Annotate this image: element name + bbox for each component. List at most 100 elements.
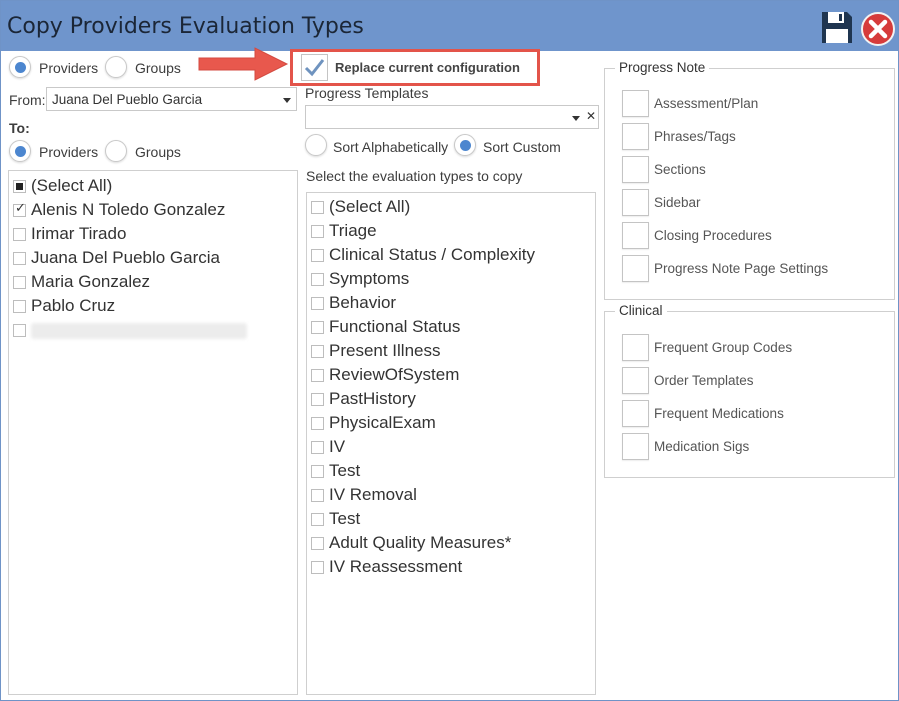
provider-checkbox[interactable] xyxy=(13,201,26,217)
option-label: Assessment/Plan xyxy=(654,96,759,111)
list-item-label: Test xyxy=(329,461,361,480)
eval-type-checkbox[interactable] xyxy=(311,321,324,334)
from-provider-select[interactable]: Juana Del Pueblo Garcia xyxy=(46,87,297,111)
option-checkbox[interactable] xyxy=(622,255,649,282)
progress-note-group: Progress Note Assessment/Plan Phrases/Ta… xyxy=(604,60,895,300)
option-checkbox[interactable] xyxy=(622,123,649,150)
title-bar: Copy Providers Evaluation Types xyxy=(1,1,898,51)
list-item-label: Adult Quality Measures* xyxy=(329,533,512,552)
eval-type-checkbox[interactable] xyxy=(311,249,324,262)
redacted-name xyxy=(31,323,247,339)
provider-checkbox[interactable] xyxy=(13,276,26,289)
eval-type-checkbox[interactable] xyxy=(311,561,324,574)
eval-type-checkbox[interactable] xyxy=(311,369,324,382)
target-providers-radio[interactable] xyxy=(9,140,31,162)
option-label: Sections xyxy=(654,162,706,177)
replace-config-checkbox[interactable] xyxy=(301,54,328,81)
save-icon[interactable] xyxy=(821,11,853,44)
option-label: Phrases/Tags xyxy=(654,129,736,144)
target-groups-label: Groups xyxy=(135,144,181,160)
checkmark-icon xyxy=(304,59,325,77)
list-item-label: Functional Status xyxy=(329,317,461,336)
window-title: Copy Providers Evaluation Types xyxy=(7,14,364,39)
source-groups-radio[interactable] xyxy=(105,56,127,78)
option-checkbox[interactable] xyxy=(622,433,649,460)
dialog-window: Copy Providers Evaluation Types Provider… xyxy=(0,0,899,701)
target-providers-list[interactable]: (Select All) Alenis N Toledo Gonzalez Ir… xyxy=(8,170,298,695)
list-item-label: ReviewOfSystem xyxy=(329,365,460,384)
eval-type-checkbox[interactable] xyxy=(311,225,324,238)
chevron-down-icon[interactable] xyxy=(572,116,580,121)
option-label: Frequent Medications xyxy=(654,406,784,421)
list-item-label: Test xyxy=(329,509,361,528)
eval-type-checkbox[interactable] xyxy=(311,393,324,406)
option-checkbox[interactable] xyxy=(622,334,649,361)
option-checkbox[interactable] xyxy=(622,156,649,183)
source-groups-label: Groups xyxy=(135,60,181,76)
eval-type-checkbox[interactable] xyxy=(311,465,324,478)
sort-alphabetically-label: Sort Alphabetically xyxy=(333,139,449,155)
eval-type-checkbox[interactable] xyxy=(311,489,324,502)
list-item-label: Present Illness xyxy=(329,341,441,360)
list-item-label: IV Removal xyxy=(329,485,417,504)
option-checkbox[interactable] xyxy=(622,222,649,249)
select-all-checkbox[interactable] xyxy=(13,180,26,193)
list-item-label: Symptoms xyxy=(329,269,410,288)
evaluation-types-list[interactable]: (Select All) Triage Clinical Status / Co… xyxy=(306,192,596,695)
option-checkbox[interactable] xyxy=(622,367,649,394)
sort-alphabetically-radio[interactable] xyxy=(305,134,327,156)
list-item-label: Juana Del Pueblo Garcia xyxy=(31,248,221,267)
to-label: To: xyxy=(9,120,30,136)
option-label: Order Templates xyxy=(654,373,754,388)
source-providers-label: Providers xyxy=(39,60,99,76)
option-checkbox[interactable] xyxy=(622,400,649,427)
eval-type-checkbox[interactable] xyxy=(311,537,324,550)
option-label: Medication Sigs xyxy=(654,439,750,454)
list-item-label: IV Reassessment xyxy=(329,557,463,576)
target-groups-radio[interactable] xyxy=(105,140,127,162)
eval-type-checkbox[interactable] xyxy=(311,297,324,310)
clinical-group: Clinical Frequent Group Codes Order Temp… xyxy=(604,303,895,478)
list-item-label: Behavior xyxy=(329,293,397,312)
from-label: From: xyxy=(9,92,46,108)
provider-checkbox[interactable] xyxy=(13,300,26,313)
from-provider-value: Juana Del Pueblo Garcia xyxy=(52,92,203,107)
eval-type-checkbox[interactable] xyxy=(311,441,324,454)
list-item-label: (Select All) xyxy=(329,197,411,216)
list-item-label: Irimar Tirado xyxy=(31,224,127,243)
option-label: Closing Procedures xyxy=(654,228,772,243)
option-checkbox[interactable] xyxy=(622,90,649,117)
source-providers-radio[interactable] xyxy=(9,56,31,78)
list-item-label: (Select All) xyxy=(31,176,113,195)
provider-checkbox[interactable] xyxy=(13,324,26,337)
progress-note-legend: Progress Note xyxy=(615,60,710,75)
clinical-legend: Clinical xyxy=(615,303,667,318)
close-icon[interactable] xyxy=(861,12,895,46)
progress-templates-label: Progress Templates xyxy=(305,85,429,101)
list-item-label: Triage xyxy=(329,221,377,240)
replace-config-label: Replace current configuration xyxy=(335,60,520,75)
eval-type-checkbox[interactable] xyxy=(311,201,324,214)
option-checkbox[interactable] xyxy=(622,189,649,216)
provider-checkbox[interactable] xyxy=(13,252,26,265)
list-item-label: Maria Gonzalez xyxy=(31,272,151,291)
option-label: Progress Note Page Settings xyxy=(654,261,829,276)
eval-type-checkbox[interactable] xyxy=(311,513,324,526)
provider-checkbox[interactable] xyxy=(13,228,26,241)
list-item-label: Alenis N Toledo Gonzalez xyxy=(31,200,226,219)
eval-type-checkbox[interactable] xyxy=(311,273,324,286)
sort-custom-radio[interactable] xyxy=(454,134,476,156)
select-eval-types-label: Select the evaluation types to copy xyxy=(306,168,523,184)
list-item-label: PastHistory xyxy=(329,389,416,408)
list-item-label: PhysicalExam xyxy=(329,413,436,432)
eval-type-checkbox[interactable] xyxy=(311,345,324,358)
progress-templates-select[interactable]: ✕ xyxy=(305,105,599,129)
list-item-label: Pablo Cruz xyxy=(31,296,116,315)
eval-type-checkbox[interactable] xyxy=(311,417,324,430)
sort-custom-label: Sort Custom xyxy=(483,139,561,155)
list-item-label: IV xyxy=(329,437,346,456)
chevron-down-icon[interactable] xyxy=(283,98,291,103)
option-label: Sidebar xyxy=(654,195,701,210)
clear-icon[interactable]: ✕ xyxy=(586,109,596,123)
option-label: Frequent Group Codes xyxy=(654,340,793,355)
